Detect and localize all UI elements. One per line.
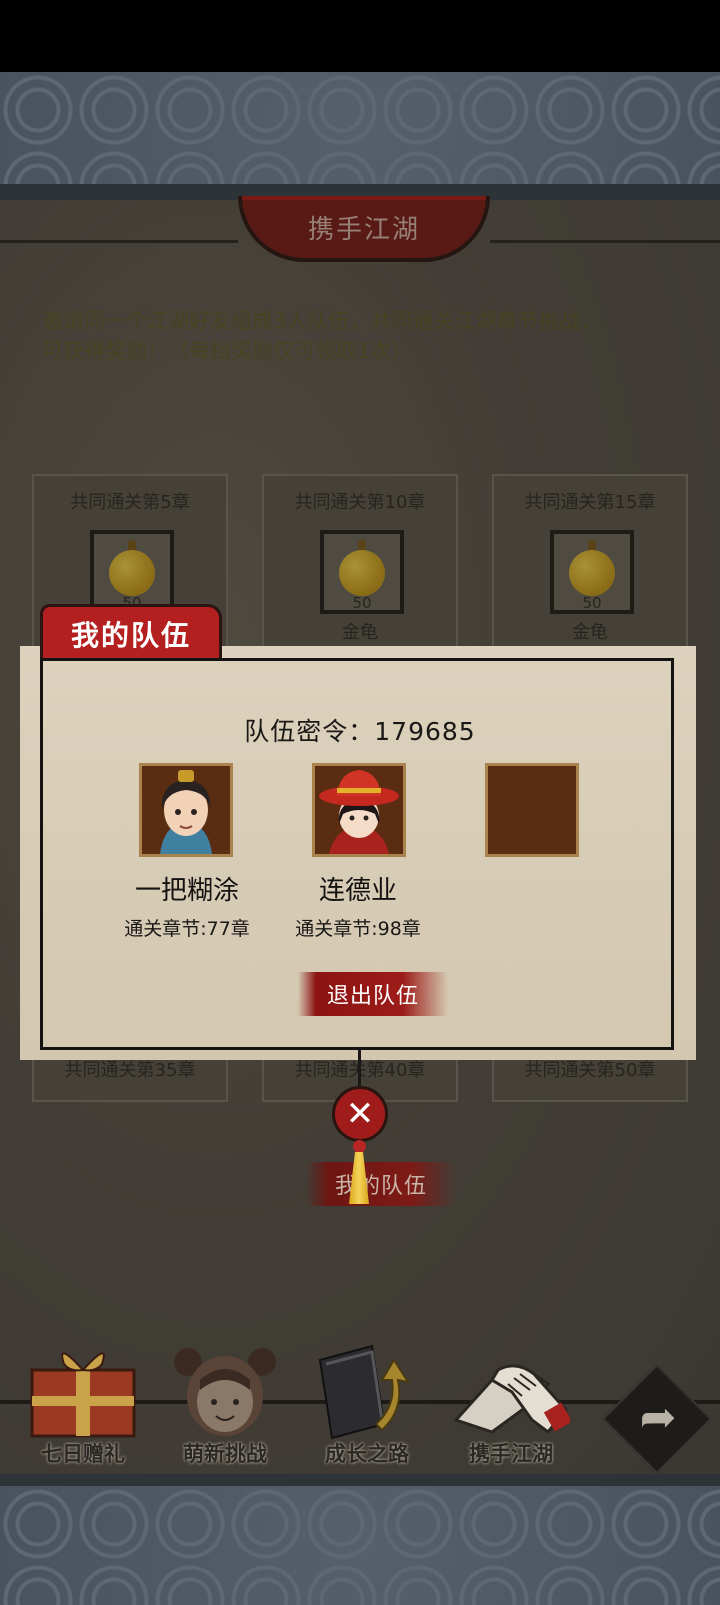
leave-team-label: 退出队伍 [326,984,419,1009]
member-avatar-1[interactable] [139,763,233,857]
close-dialog-button[interactable]: ✕ [332,1086,388,1142]
member-avatar-2[interactable] [312,763,406,857]
nav-newbie-challenge[interactable]: 萌新挑战 [160,1340,290,1470]
my-team-label: 我的队伍 [334,1174,427,1199]
dialog-title-tab: 我的队伍 [40,604,222,660]
leave-team-button[interactable]: 退出队伍 [298,972,448,1016]
tassel-bead [353,1140,366,1153]
member-name-2: 连德业 [318,876,397,906]
member-progress-2: 通关章节:98章 [295,918,421,940]
member-name-1: 一把糊涂 [134,876,239,906]
gift-box-icon [30,1352,136,1438]
hatted-girl-portrait-icon [315,766,403,854]
nav-label: 成长之路 [325,1442,409,1466]
nav-label: 携手江湖 [469,1442,553,1466]
scholar-portrait-icon [142,766,230,854]
member-progress-1: 通关章节:77章 [124,918,250,940]
book-arrow-icon [318,1344,411,1440]
dialog-title: 我的队伍 [70,618,191,652]
nav-label: 萌新挑战 [183,1442,267,1466]
nav-hand-in-hand[interactable]: 携手江湖 [446,1340,576,1470]
close-cord [358,1050,361,1088]
handshake-icon [453,1364,570,1435]
nav-seven-day-gift[interactable]: 七日赠礼 [18,1340,148,1470]
close-icon: ✕ [345,1094,375,1134]
team-code-value: 179685 [374,717,476,746]
member-slot-empty[interactable] [485,763,579,857]
my-team-button[interactable]: 我的队伍 [306,1162,456,1206]
status-bar [0,0,720,72]
curved-arrow-icon: ➦ [639,1392,677,1443]
team-code: 队伍密令：179685 [180,712,540,748]
nav-label: 七日赠礼 [41,1442,125,1466]
team-code-label: 队伍密令： [244,717,375,746]
top-pattern-band [0,72,720,184]
nav-growth-path[interactable]: 成长之路 [302,1340,432,1470]
girl-face-icon [174,1348,276,1436]
bottom-pattern-band [0,1486,720,1605]
